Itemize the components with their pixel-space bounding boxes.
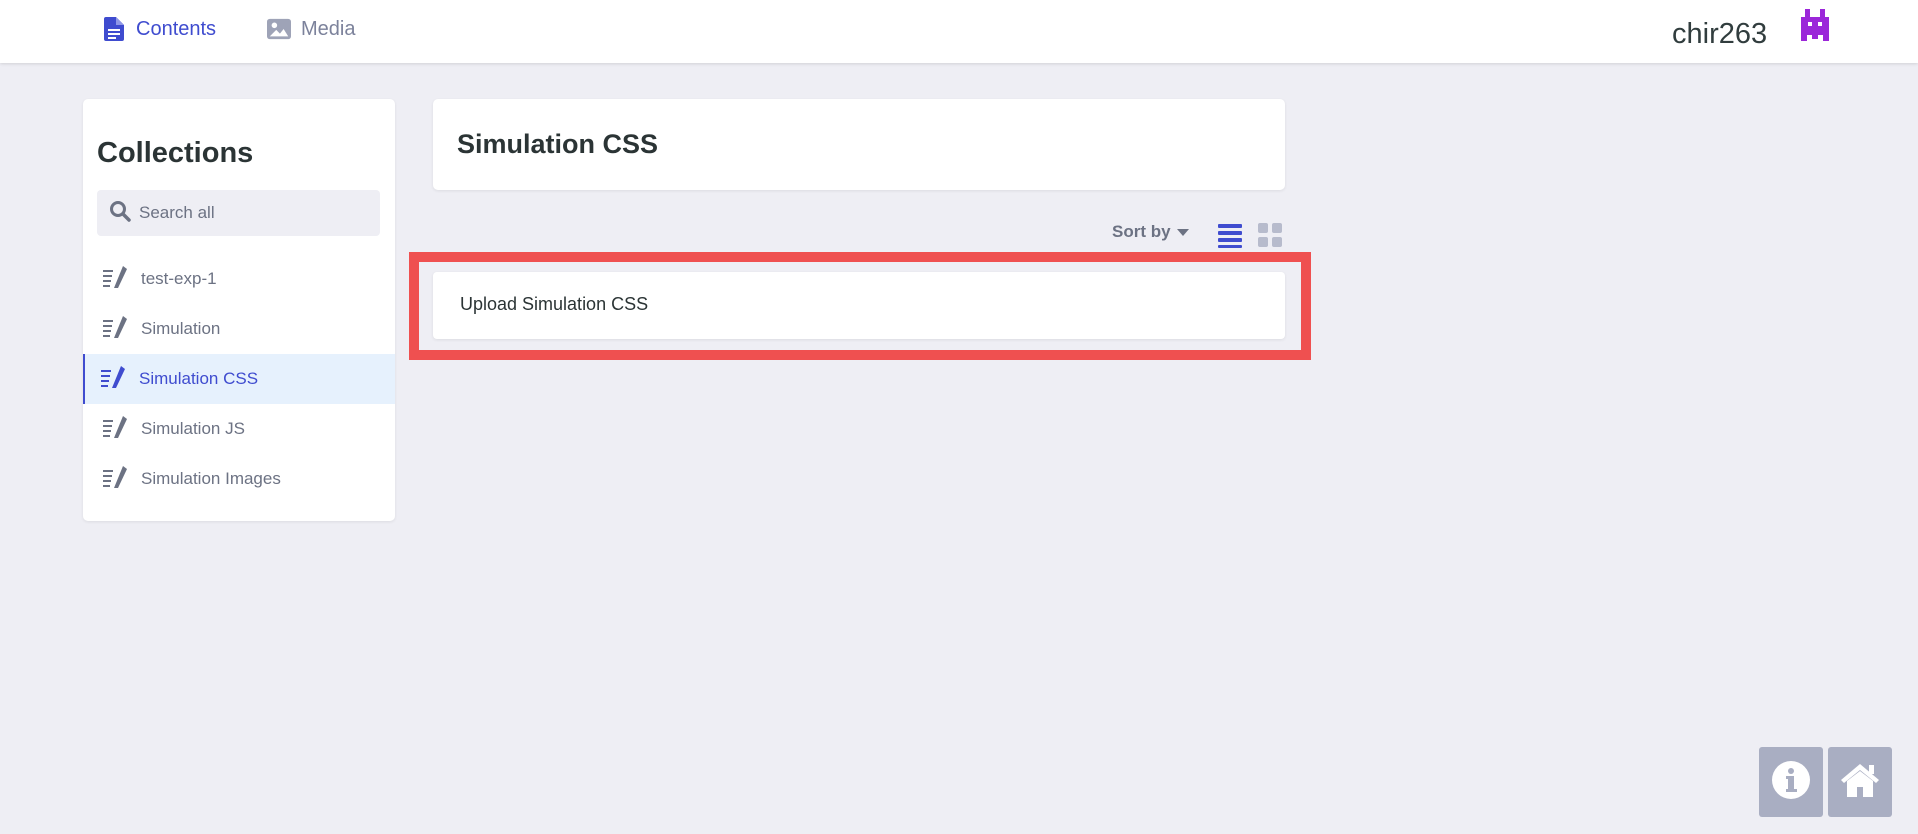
sidebar-item-simulation-css[interactable]: Simulation CSS [83,354,395,404]
tab-media[interactable]: Media [267,14,355,44]
top-nav-bar: Contents Media chir263 [0,0,1918,63]
home-icon [1839,761,1881,804]
collection-list: test-exp-1 Simulation Simulation CSS Sim… [83,254,395,504]
list-view-button[interactable] [1218,222,1242,248]
home-button[interactable] [1828,747,1892,817]
sidebar-item-simulation[interactable]: Simulation [83,304,395,354]
caret-down-icon [1176,222,1189,242]
sidebar-item-label: Simulation CSS [139,369,259,388]
entry-label: Upload Simulation CSS [460,294,649,314]
avatar[interactable] [1798,9,1832,43]
sidebar-item-test-exp-1[interactable]: test-exp-1 [83,254,395,304]
sidebar-item-label: test-exp-1 [141,269,217,288]
collection-edit-icon [103,315,127,343]
sidebar-title: Collections [97,137,254,169]
sort-by-button[interactable]: Sort by [1112,222,1189,242]
tab-media-label: Media [301,17,356,40]
collection-header: Simulation CSS [433,99,1285,190]
collection-edit-icon [101,365,125,393]
sidebar-item-simulation-js[interactable]: Simulation JS [83,404,395,454]
collection-edit-icon [103,465,127,493]
info-button[interactable] [1759,747,1823,817]
image-icon [267,17,291,41]
username[interactable]: chir263 [1672,18,1767,51]
search-box[interactable] [97,190,380,236]
info-icon [1771,760,1811,805]
page-title: Simulation CSS [457,129,659,159]
sidebar-item-label: Simulation JS [141,419,245,438]
grid-view-icon [1258,223,1282,252]
collections-sidebar: Collections test-exp-1 [83,99,395,521]
tab-contents[interactable]: Contents [102,14,216,44]
entry-upload-simulation-css[interactable]: Upload Simulation CSS [433,272,1285,339]
list-view-icon [1218,224,1242,252]
search-input[interactable] [139,203,369,223]
sidebar-item-label: Simulation Images [141,469,281,488]
tab-contents-label: Contents [136,17,217,40]
sidebar-item-simulation-images[interactable]: Simulation Images [83,454,395,504]
sort-by-label: Sort by [1112,222,1171,241]
search-icon [109,200,131,227]
collection-edit-icon [103,265,127,293]
sidebar-item-label: Simulation [141,319,221,338]
grid-view-button[interactable] [1258,222,1282,248]
document-icon [102,17,126,41]
collection-edit-icon [103,415,127,443]
